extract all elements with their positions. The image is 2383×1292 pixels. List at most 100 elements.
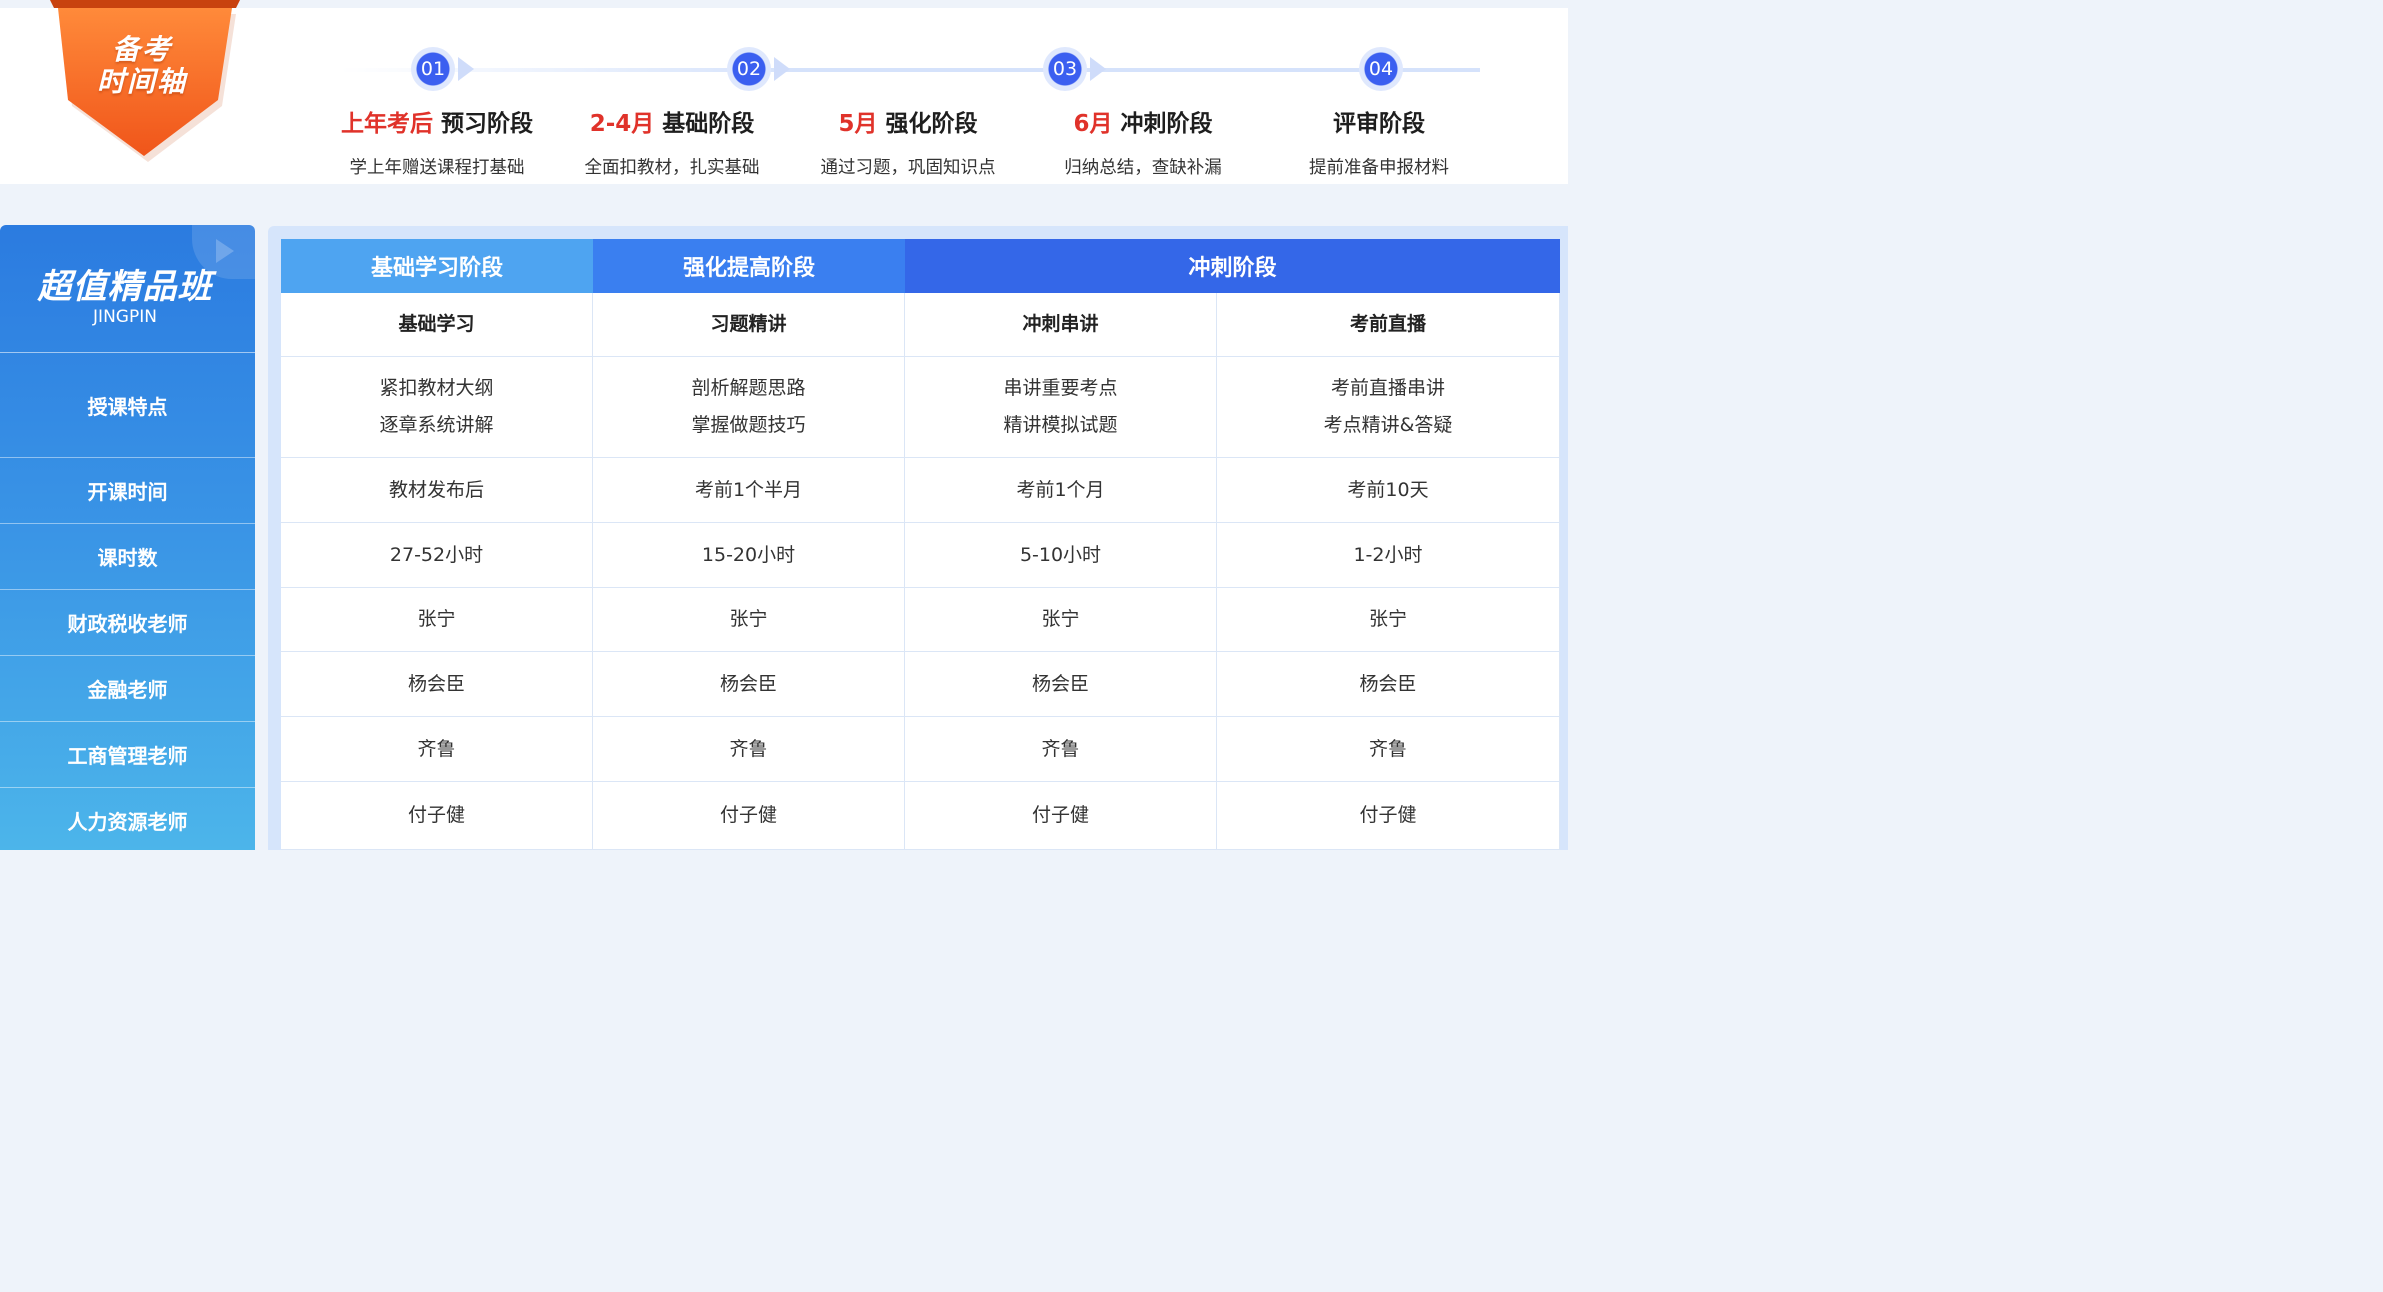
step-desc: 学上年赠送课程打基础: [349, 158, 525, 178]
step-highlight: 2-4月: [589, 111, 655, 137]
timeline-arrow-icon: [458, 57, 474, 81]
stage-header-basic: 基础学习阶段: [281, 239, 593, 293]
table-cell-finance-tax-teacher-exercise-lecture: 张宁: [593, 588, 905, 652]
cell-text: 杨会臣: [1359, 672, 1417, 695]
table-cell-business-teacher-live-before-exam: 齐鲁: [1217, 717, 1560, 782]
cell-text: 齐鲁: [1041, 737, 1080, 760]
table-cell-hours-basic-study: 27-52小时: [281, 523, 593, 588]
table-cell-start-time-sprint-review: 考前1个月: [905, 458, 1217, 523]
timeline-step-4: 6月 冲刺阶段 归纳总结，查缺补漏: [1023, 104, 1263, 179]
class-sidebar: 超值精品班 JINGPIN 授课特点 开课时间 课时数 财政税收老师 金融老师 …: [0, 225, 255, 850]
table-cell-finance-teacher-live-before-exam: 杨会臣: [1217, 652, 1560, 717]
cell-text: 考前直播串讲: [1330, 377, 1445, 399]
sidebar-title: 超值精品班: [37, 267, 213, 307]
timeline-arrow-icon: [1090, 57, 1106, 81]
sidebar-row-start-time: 开课时间: [0, 458, 255, 524]
cell-text: 5-10小时: [1019, 543, 1102, 566]
table-cell-finance-teacher-sprint-review: 杨会臣: [905, 652, 1217, 717]
table-cell-business-teacher-sprint-review: 齐鲁: [905, 717, 1217, 782]
table-cell-hr-teacher-basic-study: 付子健: [281, 782, 593, 850]
timeline-node-4: 04: [1359, 47, 1403, 91]
table-cell-hours-sprint-review: 5-10小时: [905, 523, 1217, 588]
sidebar-header: 超值精品班 JINGPIN: [0, 225, 255, 353]
timeline-step-5: 评审阶段 提前准备申报材料: [1259, 104, 1499, 179]
table-cell-finance-teacher-exercise-lecture: 杨会臣: [593, 652, 905, 717]
step-highlight: 上年考后: [340, 111, 433, 137]
step-title: 6月 冲刺阶段: [1023, 104, 1263, 138]
stage-header-sprint: 冲刺阶段: [905, 239, 1560, 293]
timeline-node-3: 03: [1043, 47, 1087, 91]
column-header-sprint-review: 冲刺串讲: [905, 293, 1217, 357]
cell-text: 掌握做题技巧: [691, 414, 806, 436]
step-title-text: 评审阶段: [1333, 111, 1425, 137]
step-title: 上年考后 预习阶段: [317, 104, 557, 138]
cell-text: 紧扣教材大纲: [379, 377, 494, 399]
table-cell-hours-exercise-lecture: 15-20小时: [593, 523, 905, 588]
cell-text: 15-20小时: [701, 543, 796, 566]
cell-text: 串讲重要考点: [1003, 377, 1118, 399]
cell-text: 张宁: [1368, 608, 1407, 630]
table-cell-finance-tax-teacher-live-before-exam: 张宁: [1217, 588, 1560, 652]
step-title: 5月 强化阶段: [788, 104, 1028, 138]
table-cell-hr-teacher-live-before-exam: 付子健: [1217, 782, 1560, 850]
stage-header-intensive: 强化提高阶段: [593, 239, 905, 293]
step-title-text: 预习阶段: [432, 111, 533, 137]
timeline-node-1: 01: [411, 47, 455, 91]
column-header-basic-study: 基础学习: [281, 293, 593, 357]
cell-text: 考前10天: [1347, 478, 1429, 501]
timeline-step-1: 上年考后 预习阶段 学上年赠送课程打基础: [317, 104, 557, 179]
cell-text: 付子健: [719, 804, 777, 826]
table-cell-features-basic-study: 紧扣教材大纲 逐章系统讲解: [281, 357, 593, 458]
sidebar-row-hr-teacher: 人力资源老师: [0, 788, 255, 850]
cell-text: 齐鲁: [729, 737, 768, 760]
table-cell-business-teacher-basic-study: 齐鲁: [281, 717, 593, 782]
cell-text: 考前1个半月: [694, 478, 803, 501]
table-cell-finance-teacher-basic-study: 杨会臣: [281, 652, 593, 717]
step-title-text: 基础阶段: [654, 111, 755, 137]
sidebar-row-hours: 课时数: [0, 524, 255, 590]
sidebar-row-finance-tax-teacher: 财政税收老师: [0, 590, 255, 656]
cell-text: 1-2小时: [1353, 543, 1423, 566]
cell-text: 付子健: [407, 804, 465, 826]
column-header-exercise-lecture: 习题精讲: [593, 293, 905, 357]
step-title-text: 冲刺阶段: [1112, 111, 1213, 137]
table-cell-finance-tax-teacher-sprint-review: 张宁: [905, 588, 1217, 652]
cell-text: 齐鲁: [417, 737, 456, 760]
cell-text: 杨会臣: [719, 672, 777, 695]
sidebar-row-business-teacher: 工商管理老师: [0, 722, 255, 788]
cell-text: 付子健: [1031, 804, 1089, 826]
timeline-track: [340, 68, 1480, 72]
step-desc: 全面扣教材，扎实基础: [584, 158, 760, 178]
ribbon-line-1: 备考: [111, 33, 172, 66]
cell-text: 剖析解题思路: [691, 377, 806, 399]
cell-text: 张宁: [417, 608, 456, 630]
table-cell-hr-teacher-exercise-lecture: 付子健: [593, 782, 905, 850]
cell-text: 张宁: [729, 608, 768, 630]
table-cell-business-teacher-exercise-lecture: 齐鲁: [593, 717, 905, 782]
cell-text: 考前1个月: [1016, 478, 1105, 501]
timeline-arrow-icon: [774, 57, 790, 81]
timeline-step-2: 2-4月 基础阶段 全面扣教材，扎实基础: [552, 104, 792, 179]
sidebar-row-finance-teacher: 金融老师: [0, 656, 255, 722]
table-cell-features-sprint-review: 串讲重要考点 精讲模拟试题: [905, 357, 1217, 458]
cell-text: 杨会臣: [1031, 672, 1089, 695]
cell-text: 逐章系统讲解: [379, 414, 494, 436]
step-highlight: 6月: [1073, 111, 1113, 137]
table-cell-features-exercise-lecture: 剖析解题思路 掌握做题技巧: [593, 357, 905, 458]
step-desc: 通过习题，巩固知识点: [820, 158, 996, 178]
sidebar-row-features: 授课特点: [0, 354, 255, 458]
cell-text: 教材发布后: [388, 478, 484, 501]
table-cell-start-time-basic-study: 教材发布后: [281, 458, 593, 523]
timeline-band: 备考 时间轴 01 02 03 04 上年考后 预习阶段 学上年赠送课程打基础 …: [0, 0, 1568, 184]
table-cell-start-time-exercise-lecture: 考前1个半月: [593, 458, 905, 523]
step-title: 2-4月 基础阶段: [552, 104, 792, 138]
timeline-ribbon-badge: 备考 时间轴: [40, 0, 250, 170]
table-cell-features-live-before-exam: 考前直播串讲 考点精讲&答疑: [1217, 357, 1560, 458]
ribbon-line-2: 时间轴: [96, 65, 187, 98]
cell-text: 精讲模拟试题: [1003, 414, 1118, 436]
sidebar-subtitle: JINGPIN: [93, 307, 157, 327]
table-cell-hr-teacher-sprint-review: 付子健: [905, 782, 1217, 850]
timeline-node-2: 02: [727, 47, 771, 91]
cell-text: 齐鲁: [1368, 737, 1407, 760]
cell-text: 付子健: [1359, 804, 1417, 826]
